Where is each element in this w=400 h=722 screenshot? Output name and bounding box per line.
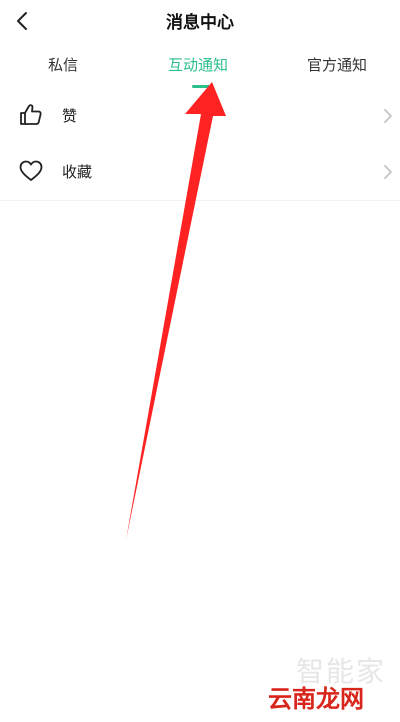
notification-list: 赞 收藏 bbox=[0, 88, 400, 200]
heart-icon bbox=[19, 160, 43, 181]
tab-interaction-notifications[interactable]: 互动通知 bbox=[168, 54, 228, 75]
tab-private-messages[interactable]: 私信 bbox=[48, 54, 78, 75]
thumbs-up-icon bbox=[20, 104, 42, 125]
tab-official-notifications[interactable]: 官方通知 bbox=[307, 54, 367, 75]
list-item-label: 收藏 bbox=[62, 163, 93, 181]
page-title: 消息中心 bbox=[166, 13, 234, 33]
chevron-right-icon bbox=[384, 109, 392, 123]
chevron-right-icon bbox=[384, 165, 392, 179]
list-item-label: 赞 bbox=[62, 107, 78, 125]
list-item-likes[interactable]: 赞 bbox=[0, 88, 400, 144]
list-item-favorites[interactable]: 收藏 bbox=[0, 144, 400, 200]
tab-bar: 私信 互动通知 官方通知 bbox=[0, 50, 400, 90]
header-bar: 消息中心 bbox=[0, 0, 400, 44]
list-divider bbox=[0, 200, 400, 201]
watermark-site-name: 云南龙网 bbox=[268, 685, 364, 713]
